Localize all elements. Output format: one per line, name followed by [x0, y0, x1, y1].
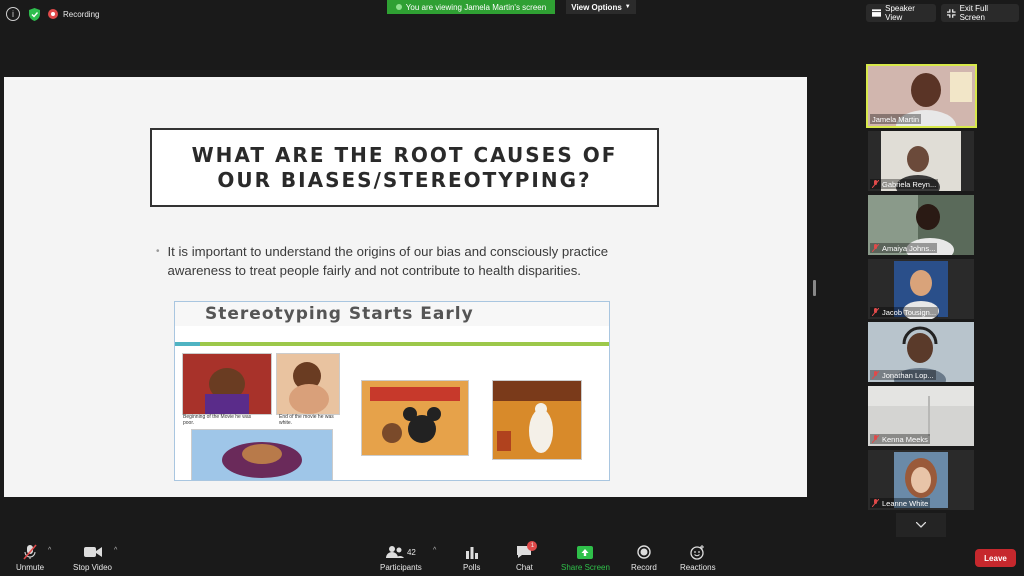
view-options-label: View Options: [571, 2, 622, 12]
aladdin-poor-image: [182, 353, 272, 415]
participants-icon: [385, 546, 404, 558]
participant-name: Jacob Tousign...: [882, 307, 937, 317]
reactions-icon: [690, 544, 705, 560]
info-icon[interactable]: i: [6, 7, 20, 21]
unmute-label: Unmute: [16, 563, 45, 572]
recording-indicator[interactable]: Recording: [48, 9, 99, 19]
participant-name: Kenna Meeks: [882, 434, 928, 444]
polls-button[interactable]: Polls: [463, 544, 480, 572]
recording-label: Recording: [63, 9, 100, 19]
polls-icon: [465, 546, 478, 559]
microphone-muted-icon: [872, 435, 879, 443]
chevron-down-icon: [916, 522, 926, 528]
video-options-caret[interactable]: ^: [114, 547, 117, 554]
slide-bullet-text: It is important to understand the origin…: [167, 244, 609, 278]
record-button[interactable]: Record: [631, 544, 657, 572]
top-status-group: i Recording: [6, 5, 99, 23]
view-options-button[interactable]: View Options ▼: [566, 0, 636, 14]
speaker-view-button[interactable]: Speaker View: [866, 4, 936, 22]
video-camera-icon: [83, 547, 102, 557]
participant-tile[interactable]: Amaiya Johns...: [868, 195, 974, 255]
meeting-toolbar: Unmute ^ Stop Video ^ 42 Participants ^ …: [0, 537, 1024, 576]
participant-name-tag: Leanne White: [870, 498, 931, 508]
participant-name-tag: Jonathan Lop...: [870, 370, 936, 380]
reactions-label: Reactions: [680, 563, 716, 572]
caption-beginning: Beginning of the Movie he was poor.: [183, 414, 252, 426]
bullet-icon: •: [156, 246, 160, 257]
share-screen-label: Share Screen: [561, 563, 610, 572]
security-shield-icon[interactable]: [28, 7, 40, 21]
microphone-muted-icon: [872, 499, 879, 507]
inset-divider-teal: [175, 342, 200, 346]
inset-divider-green: [200, 342, 609, 346]
microphone-muted-icon: [872, 308, 879, 316]
slide-bullet: • It is important to understand the orig…: [156, 242, 656, 280]
screen-share-icon: [395, 4, 402, 10]
participant-tile[interactable]: Jonathan Lop...: [868, 322, 974, 382]
exit-full-screen-icon: [947, 8, 956, 18]
participant-name-tag: Kenna Meeks: [870, 434, 930, 444]
microphone-muted-icon: [872, 180, 879, 188]
mickey-mouse-book-image: [361, 380, 469, 456]
participant-tile[interactable]: Leanne White: [868, 450, 974, 510]
chevron-down-icon: ▼: [624, 4, 631, 10]
participant-name-tag: Amaiya Johns...: [870, 243, 938, 253]
exit-full-screen-button[interactable]: Exit Full Screen: [941, 4, 1019, 22]
share-screen-icon: [577, 545, 594, 559]
participants-options-caret[interactable]: ^: [433, 547, 436, 554]
participants-count: 42: [406, 547, 416, 557]
inset-header: Stereotyping Starts Early: [175, 302, 609, 326]
share-screen-button[interactable]: Share Screen: [561, 544, 610, 572]
record-icon: [637, 545, 651, 559]
participant-tile[interactable]: Gabriela Reyn...: [868, 131, 974, 191]
recording-icon: [48, 9, 58, 19]
participant-name-tag: Jacob Tousign...: [870, 307, 939, 317]
participant-name: Jamela Martin: [872, 114, 920, 124]
stereotyping-image: Stereotyping Starts Early Beginning of t…: [174, 301, 610, 481]
participant-name: Leanne White: [882, 498, 929, 508]
chat-button[interactable]: 1 Chat: [516, 541, 538, 572]
aladdin-white-image: [276, 353, 340, 415]
caption-end: End of the movie he was white.: [279, 414, 334, 426]
record-label: Record: [631, 563, 657, 572]
chat-label: Chat: [516, 563, 533, 572]
cartoon-scene-image: [492, 380, 582, 460]
stop-video-label: Stop Video: [73, 563, 112, 572]
slide-title: WHAT ARE THE ROOT CAUSES OF OUR BIASES/S…: [191, 142, 618, 192]
panel-resize-handle[interactable]: [813, 280, 816, 296]
reactions-button[interactable]: Reactions: [680, 544, 716, 572]
participant-tile[interactable]: Kenna Meeks: [868, 386, 974, 446]
viewing-banner-text: You are viewing Jamela Martin's screen: [405, 2, 547, 12]
participant-name: Gabriela Reyn...: [882, 179, 937, 189]
participant-name: Jonathan Lop...: [882, 370, 934, 380]
participants-button[interactable]: 42 Participants: [380, 544, 422, 572]
viewing-screen-banner: You are viewing Jamela Martin's screen: [387, 0, 555, 14]
microphone-muted-icon: [872, 244, 879, 252]
microphone-muted-icon: [872, 371, 879, 379]
inset-title: Stereotyping Starts Early: [205, 304, 474, 324]
chat-unread-badge: 1: [527, 541, 538, 551]
leave-button[interactable]: Leave: [975, 549, 1016, 567]
participant-tile[interactable]: Jamela Martin: [866, 64, 977, 128]
audio-options-caret[interactable]: ^: [48, 547, 51, 554]
microphone-muted-icon: [23, 544, 37, 560]
shared-screen-slide: WHAT ARE THE ROOT CAUSES OF OUR BIASES/S…: [4, 77, 807, 497]
participants-label: Participants: [380, 563, 422, 572]
gallery-scroll-down-button[interactable]: [896, 513, 946, 537]
villain-image: [191, 429, 333, 480]
speaker-view-label: Speaker View: [885, 4, 915, 22]
participant-name-tag: Jamela Martin: [870, 114, 922, 124]
speaker-view-icon: [872, 9, 882, 17]
exit-full-screen-label: Exit Full Screen: [959, 4, 989, 22]
participant-name: Amaiya Johns...: [882, 243, 936, 253]
participant-name-tag: Gabriela Reyn...: [870, 179, 939, 189]
stop-video-button[interactable]: Stop Video: [73, 544, 112, 572]
unmute-button[interactable]: Unmute: [16, 544, 44, 572]
slide-title-box: WHAT ARE THE ROOT CAUSES OF OUR BIASES/S…: [150, 128, 659, 207]
participant-tile[interactable]: Jacob Tousign...: [868, 259, 974, 319]
polls-label: Polls: [463, 563, 481, 572]
